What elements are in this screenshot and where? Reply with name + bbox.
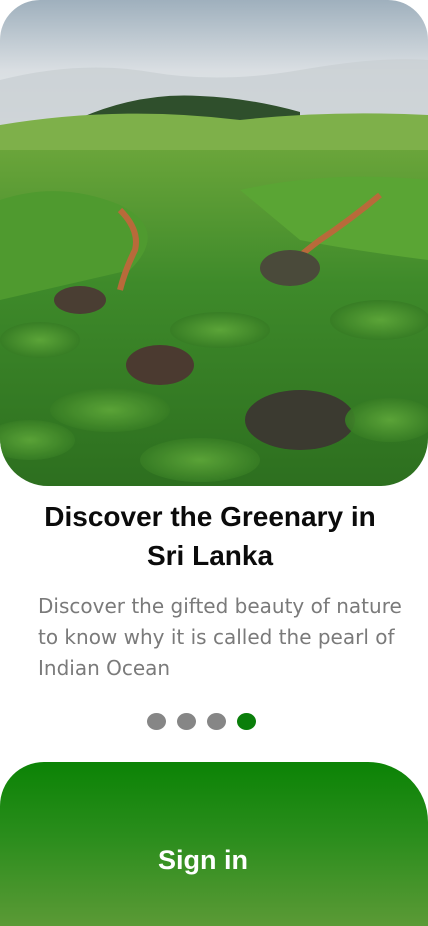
pagination-dot-3[interactable] [207, 713, 226, 730]
pagination-dot-2[interactable] [177, 713, 196, 730]
page-title: Discover the Greenary in Sri Lanka [44, 501, 376, 571]
tea-plantation-illustration [0, 0, 428, 486]
page-description: Discover the gifted beauty of nature to … [38, 594, 402, 680]
pagination-dot-1[interactable] [147, 713, 166, 730]
pagination-dots [147, 713, 256, 730]
pagination-dot-4-active[interactable] [237, 713, 256, 730]
onboarding-screen: Discover the Greenary in Sri Lanka Disco… [0, 0, 428, 926]
sign-in-label: Sign in [158, 845, 248, 875]
sign-in-button[interactable]: Sign in [0, 762, 428, 926]
hero-image [0, 0, 428, 486]
